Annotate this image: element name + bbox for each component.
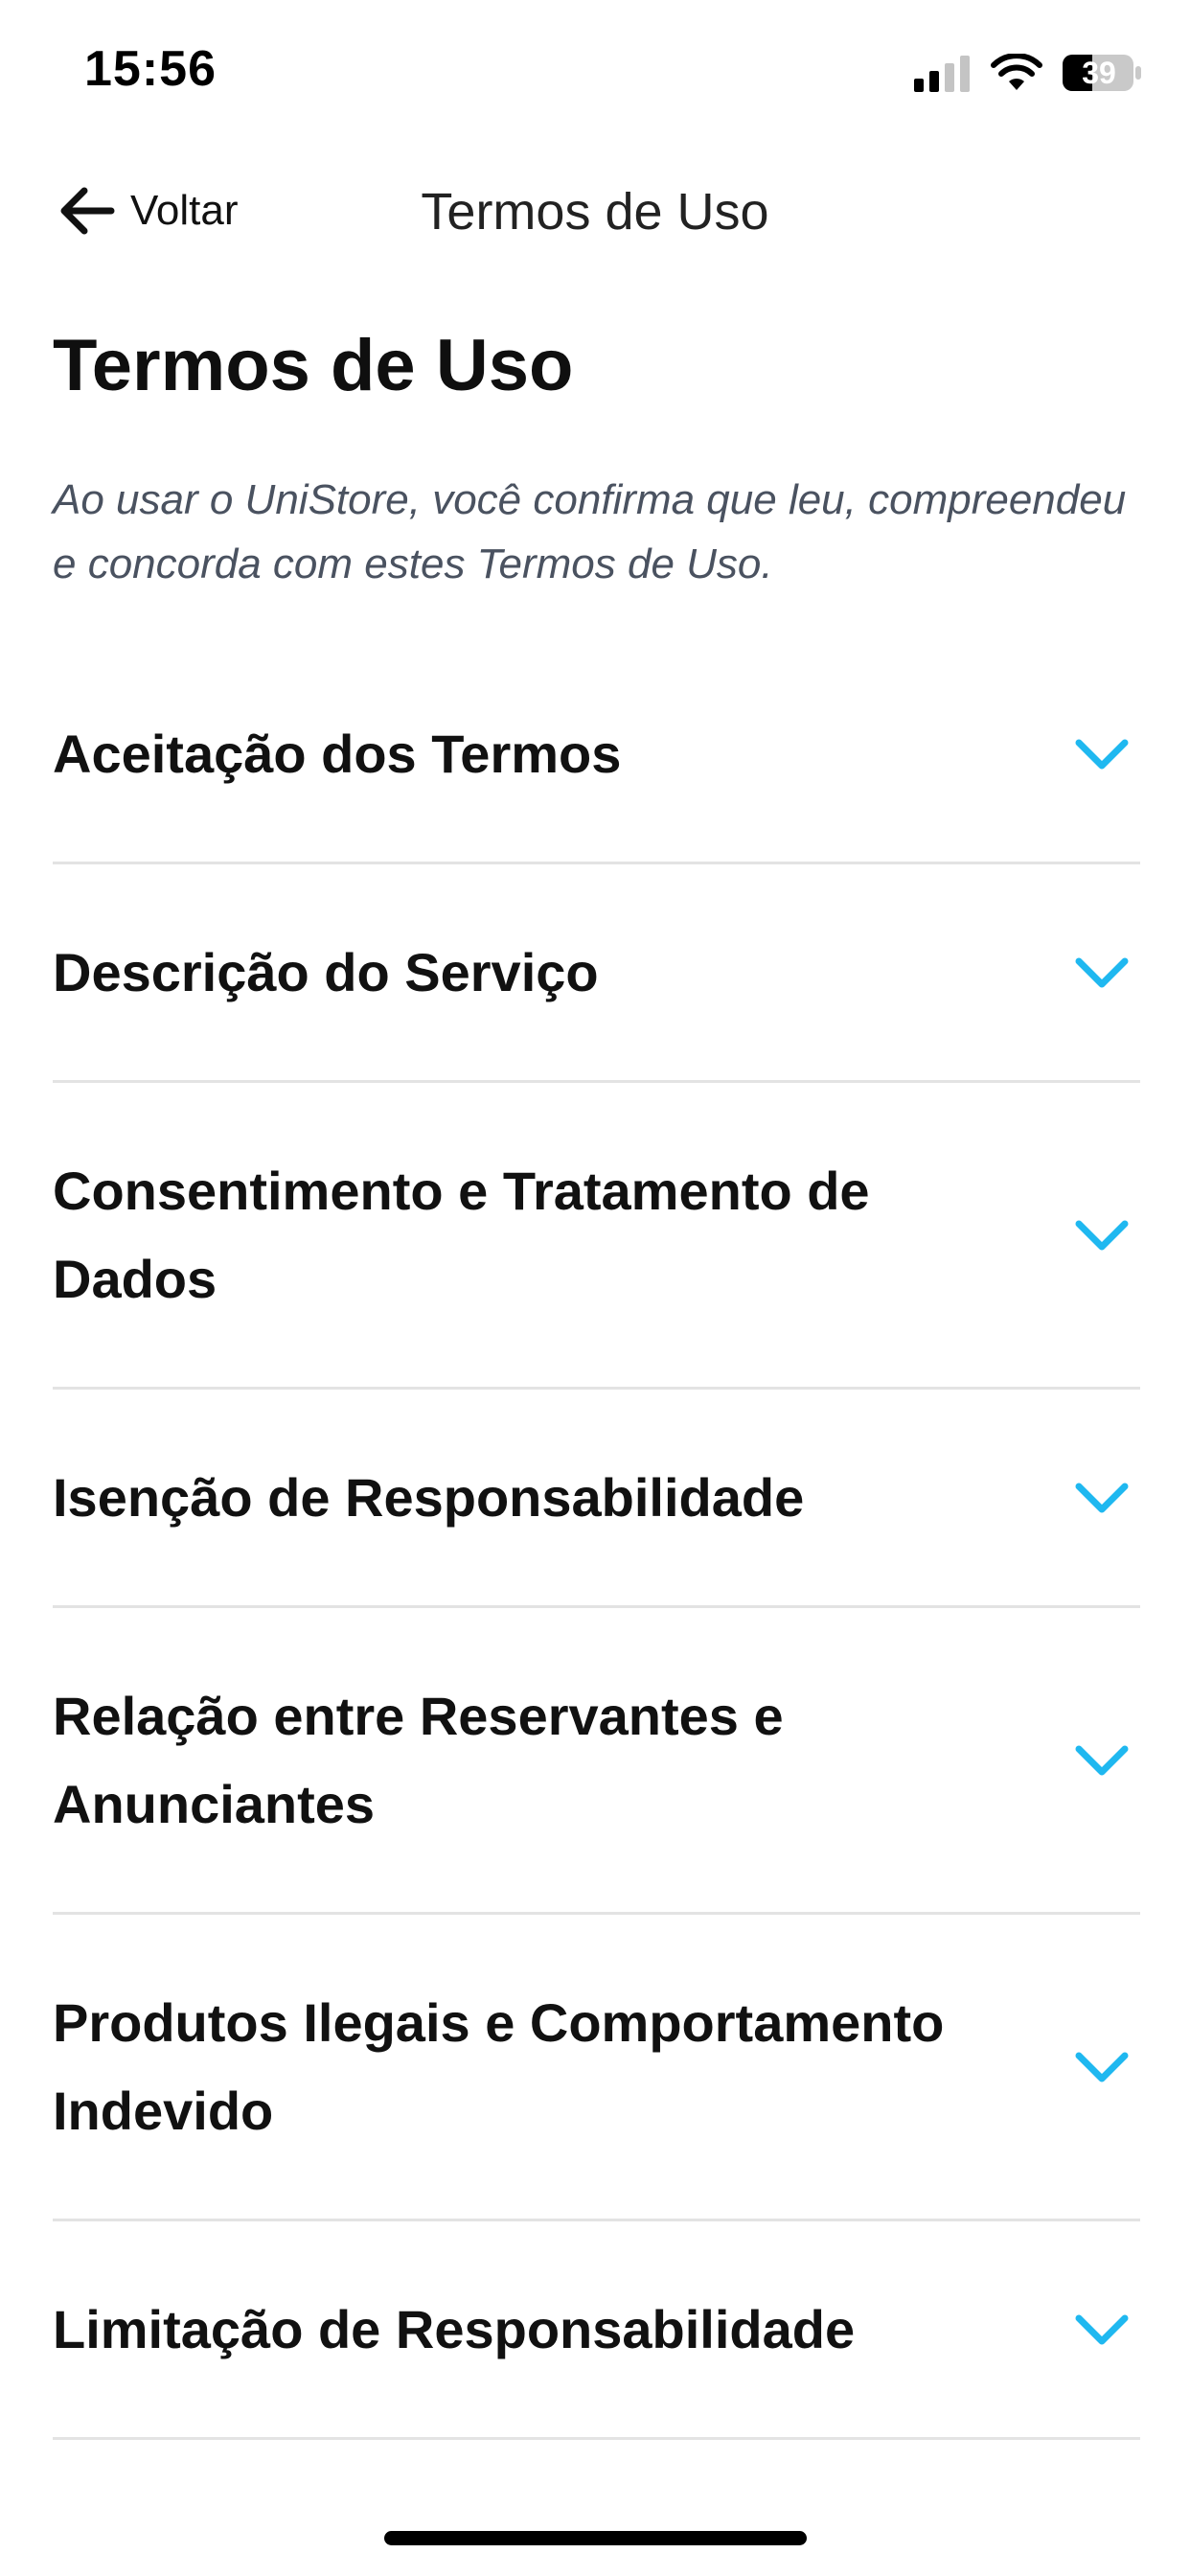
section-descricao-do-servico[interactable]: Descrição do Serviço [53, 864, 1140, 1083]
section-title: Isenção de Responsabilidade [53, 1466, 805, 1528]
page-title: Termos de Uso [53, 325, 574, 406]
wifi-icon [991, 54, 1042, 90]
chevron-down-icon [1075, 957, 1129, 987]
nav-title: Termos de Uso [421, 183, 769, 241]
section-title: Consentimento e Tratamento de Dados [53, 1160, 870, 1309]
status-icons: 39 [914, 50, 1142, 96]
signal-icon [914, 56, 970, 92]
section-aceitacao-dos-termos[interactable]: Aceitação dos Termos [53, 646, 1140, 864]
section-consentimento-e-tratamento-de-dados[interactable]: Consentimento e Tratamento de Dados [53, 1083, 1140, 1390]
section-produtos-ilegais-e-comportamento-indevido[interactable]: Produtos Ilegais e Comportamento Indevid… [53, 1915, 1140, 2221]
section-title: Limitação de Responsabilidade [53, 2298, 856, 2359]
chevron-down-icon [1075, 2314, 1129, 2344]
section-relacao-entre-reservantes-e-anunciantes[interactable]: Relação entre Reservantes e Anunciantes [53, 1608, 1140, 1915]
section-title: Relação entre Reservantes e Anunciantes [53, 1685, 784, 1834]
battery-icon: 39 [1062, 54, 1142, 92]
section-title: Aceitação dos Termos [53, 723, 622, 784]
chevron-down-icon [1075, 2052, 1129, 2082]
chevron-down-icon [1075, 1220, 1129, 1250]
intro-text: Ao usar o UniStore, você confirma que le… [53, 476, 1127, 587]
section-title: Produtos Ilegais e Comportamento Indevid… [53, 1991, 945, 2141]
home-indicator[interactable] [384, 2531, 807, 2545]
terms-accordion: Aceitação dos Termos Descrição do Serviç… [53, 646, 1140, 2440]
chevron-down-icon [1075, 739, 1129, 769]
battery-level: 39 [1082, 56, 1116, 90]
status-time: 15:56 [84, 41, 217, 97]
chevron-down-icon [1075, 1745, 1129, 1775]
section-isencao-de-responsabilidade[interactable]: Isenção de Responsabilidade [53, 1390, 1140, 1608]
section-title: Descrição do Serviço [53, 941, 599, 1002]
chevron-down-icon [1075, 1483, 1129, 1512]
section-limitacao-de-responsabilidade[interactable]: Limitação de Responsabilidade [53, 2221, 1140, 2440]
nav-bar: Voltar Termos de Uso [0, 153, 1190, 268]
status-bar: 15:56 39 [0, 0, 1190, 134]
